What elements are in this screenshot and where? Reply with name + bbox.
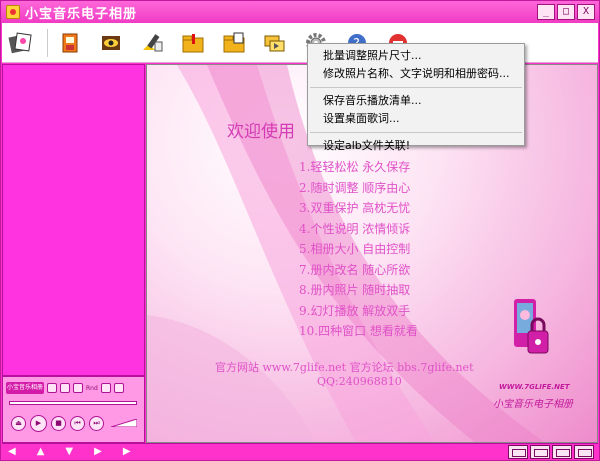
window-controls: _ □ X: [537, 4, 595, 20]
play-button[interactable]: ▶: [30, 415, 47, 432]
feature-item: 1.轻轻松松 永久保存: [299, 160, 411, 174]
maximize-button[interactable]: □: [557, 4, 575, 20]
folder-photo-icon: [223, 32, 245, 52]
website-info: 官方网站 www.7glife.net 官方论坛 bbs.7glife.net: [215, 361, 474, 374]
phone-lock-logo: [514, 299, 549, 354]
view-mode-3-button[interactable]: [552, 445, 572, 459]
save-album-icon: [62, 33, 78, 52]
brand-name: 小宝音乐电子相册: [493, 399, 573, 410]
menu-item-batch-resize[interactable]: 批量调整照片尺寸...: [308, 47, 524, 65]
view-mode-4-button[interactable]: [574, 445, 594, 459]
view-mode-2-button[interactable]: [530, 445, 550, 459]
feature-item: 3.双重保护 高枕无忧: [299, 201, 411, 215]
nav-up-arrow[interactable]: ▲: [37, 446, 45, 457]
nav-end-arrow[interactable]: ▶: [123, 446, 131, 457]
lyrics-button[interactable]: [113, 383, 124, 393]
brand-url: WWW.7GLIFE.NET: [499, 383, 570, 391]
add-photos-button[interactable]: [220, 28, 248, 58]
feature-item: 5.相册大小 自由控制: [299, 242, 411, 256]
seek-bar[interactable]: [9, 401, 137, 405]
feature-item: 7.册内改名 随心所欲: [299, 262, 411, 277]
toolbar-divider: [47, 28, 48, 57]
add-music-button[interactable]: [179, 28, 207, 58]
feature-item: 10.四种窗口 想看就看: [299, 324, 418, 338]
menu-item-rename-photos[interactable]: 修改照片名称、文字说明和相册密码...: [308, 65, 524, 83]
random-toggle[interactable]: Rnd: [86, 385, 98, 392]
loop-button[interactable]: [73, 383, 83, 393]
player-controls: ⏏ ▶ ■ ⏮ ⏭: [11, 415, 104, 432]
volume-slider[interactable]: [111, 419, 137, 427]
player-top-row: 小宝音乐相册 Rnd: [6, 381, 142, 395]
feature-item: 9.幻灯播放 解放双手: [299, 303, 411, 318]
feature-item: 8.册内照片 随时抽取: [299, 283, 411, 297]
menu-separator: [310, 132, 522, 133]
nav-down-arrow[interactable]: ▼: [65, 446, 73, 457]
welcome-heading: 欢迎使用: [227, 122, 295, 142]
qq-contact: QQ:240968810: [317, 375, 402, 388]
playlist-button[interactable]: [47, 383, 57, 393]
mute-button[interactable]: [100, 383, 111, 393]
slideshow-icon: [264, 35, 285, 51]
menu-separator: [310, 87, 522, 88]
folder-music-icon: [182, 33, 204, 52]
stop-button[interactable]: ■: [51, 416, 66, 431]
music-player: 小宝音乐相册 Rnd ⏏ ▶ ■ ⏮ ⏭: [2, 376, 145, 443]
previous-button[interactable]: ⏮: [70, 416, 85, 431]
save-album-button[interactable]: [56, 28, 84, 58]
photos-icon: [8, 32, 32, 53]
title-bar: 小宝音乐电子相册 _ □ X: [1, 1, 599, 23]
menu-item-file-association[interactable]: 设定alb文件关联!: [308, 137, 524, 155]
minimize-button[interactable]: _: [537, 4, 555, 20]
settings-dropdown-menu: 批量调整照片尺寸... 修改照片名称、文字说明和相册密码... 保存音乐播放清单…: [307, 43, 525, 152]
app-window: 小宝音乐电子相册 _ □ X 欢迎使用 1.轻轻松松 永久保存 2.随时调整 顺…: [0, 0, 600, 461]
preview-button[interactable]: [97, 28, 125, 58]
close-button[interactable]: X: [577, 4, 595, 20]
view-mode-1-button[interactable]: [508, 445, 528, 459]
view-mode-buttons: [508, 445, 594, 459]
photos-button[interactable]: [6, 28, 34, 58]
eject-button[interactable]: ⏏: [11, 416, 26, 431]
next-button[interactable]: ⏭: [89, 416, 104, 431]
eye-preview-icon: [102, 35, 120, 50]
app-logo-icon: [6, 5, 20, 19]
edit-brush-icon: [143, 33, 163, 51]
player-logo: 小宝音乐相册: [6, 382, 44, 394]
album-list-panel[interactable]: [2, 64, 145, 376]
menu-item-save-playlist[interactable]: 保存音乐播放清单...: [308, 92, 524, 110]
feature-item: 2.随时调整 顺序由心: [299, 180, 411, 195]
edit-button[interactable]: [138, 28, 166, 58]
nav-arrows: ◀ ▲ ▼ ▶ ▶: [8, 446, 131, 457]
nav-right-arrow[interactable]: ▶: [94, 446, 102, 457]
feature-list: 1.轻轻松松 永久保存 2.随时调整 顺序由心 3.双重保护 高枕无忧 4.个性…: [299, 158, 418, 343]
window-title: 小宝音乐电子相册: [25, 6, 138, 22]
nav-left-arrow[interactable]: ◀: [8, 446, 16, 457]
bottom-bar: ◀ ▲ ▼ ▶ ▶: [2, 443, 598, 460]
feature-item: 4.个性说明 浓情倾诉: [299, 221, 411, 236]
repeat-button[interactable]: [60, 383, 70, 393]
slideshow-button[interactable]: [261, 28, 289, 58]
menu-item-desktop-lyrics[interactable]: 设置桌面歌词...: [308, 110, 524, 128]
